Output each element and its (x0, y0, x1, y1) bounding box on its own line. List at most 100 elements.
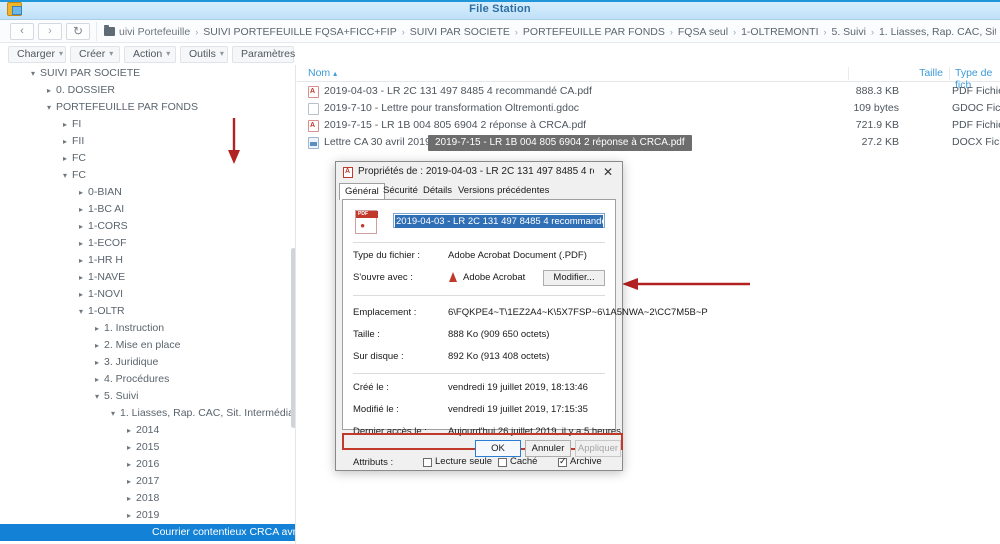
breadcrumb-item[interactable]: 1. Liasses, Rap. CAC, Sit. Intermédiaire… (879, 26, 996, 38)
breadcrumb-item[interactable]: PORTEFEUILLE PAR FONDS (523, 26, 665, 38)
generic-file-icon (308, 103, 319, 115)
breadcrumb-item[interactable]: FQSA seul (678, 26, 728, 38)
sidebar-item-label: FI (72, 118, 82, 130)
dialog-tab-dtails[interactable]: Détails (418, 183, 457, 199)
chevron-right-icon[interactable]: ▸ (124, 507, 134, 524)
dialog-tab-scurit[interactable]: Sécurité (378, 183, 423, 199)
sidebar-item[interactable]: ▸ 1-CORS (0, 218, 295, 235)
chevron-right-icon[interactable]: ▸ (92, 354, 102, 371)
folder-tree-sidebar[interactable]: ▾ SUIVI PAR SOCIETE ▸ 0. DOSSIER ▾ PORTEFEUIL… (0, 65, 296, 544)
sidebar-item[interactable]: ▸ 1. Instruction (0, 320, 295, 337)
chevron-right-icon[interactable]: ▸ (76, 269, 86, 286)
sidebar-item[interactable]: ▾ 1-OLTR (0, 303, 295, 320)
sidebar-item[interactable]: ▸ 1-NAVE (0, 269, 295, 286)
sidebar-item[interactable]: ▸ 4. Procédures (0, 371, 295, 388)
sidebar-item-selected[interactable]: Courrier contentieux CRCA avril 2019 (0, 524, 295, 541)
toolbar-button-action[interactable]: Action ▾ (124, 46, 176, 63)
chevron-down-icon[interactable]: ▾ (76, 303, 86, 320)
chevron-down-icon[interactable]: ▾ (44, 99, 54, 116)
sidebar-item[interactable]: ▸ 2. Mise en place (0, 337, 295, 354)
breadcrumb-item[interactable]: 5. Suivi (832, 26, 866, 38)
sidebar-item[interactable]: ▸ 2016 (0, 456, 295, 473)
apply-button[interactable]: Appliquer (575, 440, 621, 457)
chevron-right-icon[interactable]: ▸ (124, 490, 134, 507)
toolbar-button-crer[interactable]: Créer ▾ (70, 46, 120, 63)
file-row[interactable]: 2019-7-10 - Lettre pour transformation O… (297, 100, 1000, 117)
chevron-right-icon[interactable]: ▸ (92, 371, 102, 388)
sidebar-item[interactable]: ▸ 1-ECOF (0, 235, 295, 252)
header-divider (949, 67, 950, 80)
chevron-right-icon[interactable]: ▸ (92, 337, 102, 354)
chevron-right-icon[interactable]: ▸ (60, 116, 70, 133)
sidebar-item[interactable]: ▸ 1-BC AI (0, 201, 295, 218)
sidebar-item[interactable]: ▸ 1-HR H (0, 252, 295, 269)
sidebar-item[interactable]: ▸ 0. DOSSIER (0, 82, 295, 99)
chevron-right-icon[interactable]: ▸ (76, 235, 86, 252)
sidebar-item[interactable]: ▾ 5. Suivi (0, 388, 295, 405)
breadcrumb-item[interactable]: SUIVI PAR SOCIETE (410, 26, 510, 38)
sidebar-item[interactable]: ▸ 2018 (0, 490, 295, 507)
file-name[interactable]: 2019-04-03 - LR 2C 131 497 8485 4 recomm… (324, 85, 592, 97)
sidebar-item[interactable]: ▸ 1-NOVI (0, 286, 295, 303)
breadcrumb-item[interactable]: uivi Portefeuille (119, 26, 190, 38)
chevron-right-icon[interactable]: ▸ (76, 218, 86, 235)
column-header-name[interactable]: Nom ▴ (308, 67, 337, 79)
cancel-button[interactable]: Annuler (525, 440, 571, 457)
modify-button[interactable]: Modifier... (543, 270, 605, 286)
sidebar-scrollbar-thumb[interactable] (291, 248, 295, 428)
back-button[interactable]: ‹ (10, 23, 34, 40)
sidebar-item[interactable]: ▸ 2015 (0, 439, 295, 456)
chevron-right-icon[interactable]: ▸ (60, 133, 70, 150)
chevron-right-icon[interactable]: ▸ (44, 82, 54, 99)
chevron-right-icon[interactable]: ▸ (124, 422, 134, 439)
breadcrumb-item[interactable]: SUIVI PORTEFEUILLE FQSA+FICC+FIP (203, 26, 397, 38)
sidebar-item[interactable]: ▸ FC (0, 150, 295, 167)
breadcrumb-separator: › (514, 26, 518, 37)
chevron-right-icon[interactable]: ▸ (124, 439, 134, 456)
chevron-right-icon[interactable]: ▸ (76, 201, 86, 218)
chevron-down-icon[interactable]: ▾ (60, 167, 70, 184)
file-row[interactable]: 2019-7-15 - LR 1B 004 805 6904 2 réponse… (297, 117, 1000, 134)
close-icon[interactable]: ✕ (598, 165, 618, 180)
sidebar-item[interactable]: ▸ 3. Juridique (0, 354, 295, 371)
chevron-right-icon[interactable]: ▸ (124, 456, 134, 473)
dialog-tab-versionsprcdentes[interactable]: Versions précédentes (453, 183, 554, 199)
ok-button[interactable]: OK (475, 440, 521, 457)
sidebar-item[interactable]: ▸ 0-BIAN (0, 184, 295, 201)
chevron-down-icon[interactable]: ▾ (92, 388, 102, 405)
sidebar-item[interactable]: ▸ 2014 (0, 422, 295, 439)
sidebar-item[interactable]: ▸ FI (0, 116, 295, 133)
chevron-right-icon[interactable]: ▸ (76, 184, 86, 201)
file-name[interactable]: 2019-7-15 - LR 1B 004 805 6904 2 réponse… (324, 119, 586, 131)
navigation-bar: ‹ › ↻ uivi Portefeuille › SUIVI PORTEFEUIL… (0, 20, 1000, 43)
chevron-down-icon[interactable]: ▾ (108, 405, 118, 422)
forward-button[interactable]: › (38, 23, 62, 40)
sidebar-item-label: 1. Liasses, Rap. CAC, Sit. Intermédiaire… (120, 407, 295, 419)
sidebar-item[interactable]: ▾ 1. Liasses, Rap. CAC, Sit. Intermédiair… (0, 405, 295, 422)
toolbar-button-charger[interactable]: Charger ▾ (8, 46, 66, 63)
chevron-right-icon[interactable]: ▸ (76, 252, 86, 269)
sidebar-item[interactable]: ▸ FII (0, 133, 295, 150)
toolbar-button-paramtres[interactable]: Paramètres (232, 46, 295, 63)
toolbar-button-outils[interactable]: Outils ▾ (180, 46, 228, 63)
sidebar-item[interactable]: ▾ PORTEFEUILLE PAR FONDS (0, 99, 295, 116)
chevron-right-icon[interactable]: ▸ (60, 150, 70, 167)
field-value-opens-with: Adobe Acrobat (463, 272, 526, 283)
file-type: PDF Fichier (952, 85, 1000, 97)
toolbar-button-label: Outils (189, 48, 216, 60)
breadcrumb-item[interactable]: 1-OLTREMONTI (741, 26, 818, 38)
sidebar-item[interactable]: ▸ 2017 (0, 473, 295, 490)
refresh-button[interactable]: ↻ (66, 23, 90, 40)
chevron-right-icon[interactable]: ▸ (92, 320, 102, 337)
sidebar-item[interactable]: ▾ FC (0, 167, 295, 184)
chevron-right-icon[interactable]: ▸ (124, 473, 134, 490)
file-row[interactable]: 2019-04-03 - LR 2C 131 497 8485 4 recomm… (297, 83, 1000, 100)
sidebar-item[interactable]: ▸ 2019 (0, 507, 295, 524)
file-name[interactable]: 2019-7-10 - Lettre pour transformation O… (324, 102, 579, 114)
chevron-right-icon[interactable]: ▸ (76, 286, 86, 303)
filename-input[interactable]: 2019-04-03 - LR 2C 131 497 8485 4 recomm… (393, 213, 605, 228)
chevron-down-icon[interactable]: ▾ (28, 65, 38, 82)
pdf-file-icon (308, 120, 319, 132)
column-header-size[interactable]: Taille (905, 67, 943, 79)
sidebar-item[interactable]: ▾ SUIVI PAR SOCIETE (0, 65, 295, 82)
